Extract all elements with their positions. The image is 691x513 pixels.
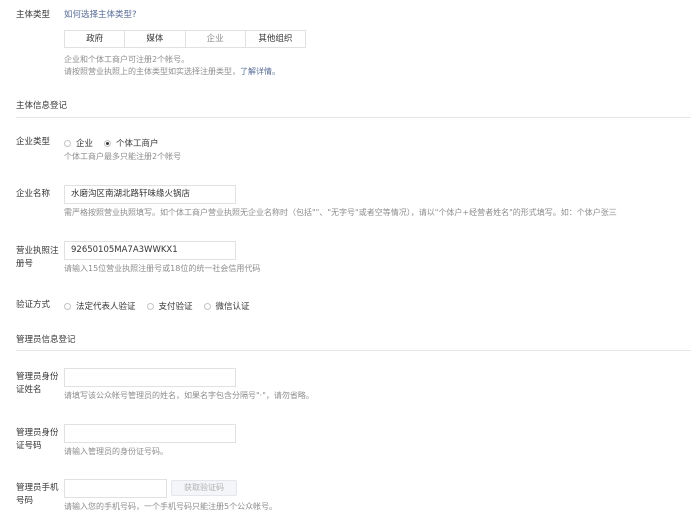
license-number-label-1: 营业执照注 (16, 246, 59, 256)
radio-circle[interactable] (203, 302, 211, 310)
verification-radios: 法定代表人验证 支付验证 微信认证 (64, 300, 261, 312)
admin-id-input[interactable] (64, 424, 236, 443)
admin-name-input[interactable] (64, 368, 236, 387)
admin-phone-hint: 请输入您的手机号码，一个手机号码只能注册5个公众帐号。 (64, 502, 278, 511)
radio-circle[interactable] (64, 139, 71, 147)
get-verification-code-button[interactable]: 获取验证码 (171, 480, 237, 496)
license-number-input[interactable]: 92650105MA7A3WWKX1 (64, 241, 236, 260)
admin-id-label-1: 管理员身份 (16, 428, 59, 438)
subject-type-hint-2: 请按照营业执照上的主体类型如实选择注册类型，了解详情。 (64, 66, 280, 78)
radio-circle-checked[interactable] (104, 139, 112, 147)
section-divider (16, 117, 691, 118)
admin-phone-input[interactable] (64, 479, 167, 498)
admin-phone-label-2: 号码 (16, 496, 34, 506)
enterprise-type-radio-enterprise[interactable]: 企业 (64, 137, 93, 149)
subject-type-label: 主体类型 (16, 10, 51, 20)
enterprise-type-radios: 企业 个体工商户 (64, 137, 170, 149)
admin-name-label-1: 管理员身份 (16, 372, 59, 382)
verification-radio-payment[interactable]: 支付验证 (146, 300, 193, 312)
enterprise-type-radio-individual[interactable]: 个体工商户 (104, 137, 159, 149)
subject-type-selector: 政府 媒体 企业 其他组织 (64, 30, 306, 48)
admin-name-hint: 请填写该公众帐号管理员的姓名，如果名字包含分隔号"·"，请勿省略。 (64, 391, 314, 400)
verification-label: 验证方式 (16, 300, 51, 310)
subject-type-help-link[interactable]: 如何选择主体类型? (64, 9, 137, 22)
enterprise-type-hint: 个体工商户最多只能注册2个帐号 (64, 152, 182, 161)
admin-id-hint: 请输入管理员的身份证号码。 (64, 447, 168, 456)
enterprise-name-label: 企业名称 (16, 189, 51, 199)
subject-type-option-government[interactable]: 政府 (65, 31, 126, 47)
admin-name-label-2: 证姓名 (16, 385, 42, 395)
enterprise-type-label: 企业类型 (16, 137, 51, 147)
radio-circle[interactable] (64, 302, 71, 310)
subject-type-option-enterprise[interactable]: 企业 (186, 31, 246, 47)
radio-label: 企业 (76, 139, 94, 149)
admin-section-title: 管理员信息登记 (16, 335, 76, 345)
admin-phone-label-1: 管理员手机 (16, 483, 59, 493)
radio-label: 支付验证 (158, 302, 193, 312)
section-divider (16, 350, 691, 351)
license-number-hint: 请输入15位营业执照注册号或18位的统一社会信用代码 (64, 264, 261, 273)
radio-circle[interactable] (146, 302, 154, 310)
enterprise-name-hint: 需严格按照营业执照填写。如个体工商户营业执照无企业名称时（包括""、"无字号"或… (64, 208, 617, 217)
subject-type-option-other[interactable]: 其他组织 (246, 31, 305, 47)
verification-radio-legal-rep[interactable]: 法定代表人验证 (64, 300, 136, 312)
learn-more-link[interactable]: 了解详情。 (240, 67, 280, 76)
subject-type-option-media[interactable]: 媒体 (125, 31, 186, 47)
subject-type-hint-text: 请按照营业执照上的主体类型如实选择注册类型， (64, 67, 240, 76)
verification-radio-wechat[interactable]: 微信认证 (203, 300, 250, 312)
radio-label: 法定代表人验证 (76, 302, 136, 312)
subject-type-hint-1: 企业和个体工商户可注册2个帐号。 (64, 55, 190, 64)
radio-label: 个体工商户 (116, 139, 159, 149)
subject-info-section-title: 主体信息登记 (16, 101, 68, 111)
admin-id-label-2: 证号码 (16, 441, 42, 451)
license-number-label-2: 册号 (16, 259, 34, 269)
radio-label: 微信认证 (215, 302, 250, 312)
enterprise-name-input[interactable]: 水磨沟区南湖北路轩味缘火锅店 (64, 185, 236, 204)
